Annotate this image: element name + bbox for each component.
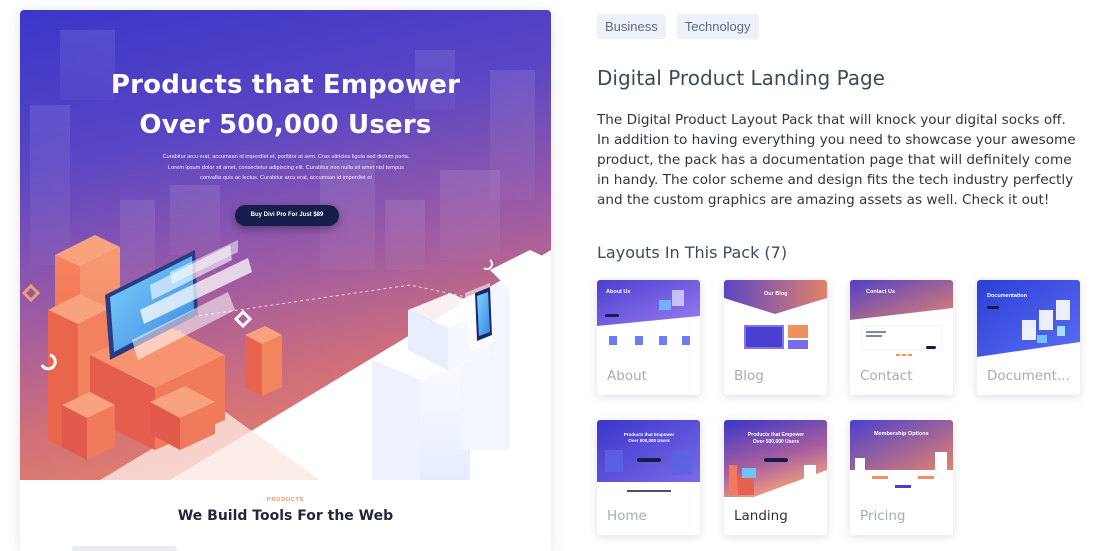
layouts-heading: Layouts In This Pack (7) (597, 243, 788, 262)
hero-title-line: Products that Empower (110, 70, 461, 100)
layout-card-blog[interactable]: Our Blog Blog (724, 280, 827, 395)
pack-description: The Digital Product Layout Pack that wil… (597, 112, 1076, 208)
layout-thumbnail: Products that Empower Over 500,000 Users (724, 420, 827, 497)
buy-divi-pro-button[interactable]: Buy Divi Pro For Just $89 (235, 205, 339, 226)
layout-preview[interactable]: Products that Empower Over 500,000 Users… (20, 10, 551, 551)
layout-card-label: Document... (987, 368, 1070, 384)
layout-card-label: Contact (860, 368, 913, 384)
layout-card-home[interactable]: Products that Empower Over 500,000 Users… (597, 420, 700, 535)
hero-body-line: Curabitur arcu erat, accumsan id imperdi… (162, 154, 410, 160)
thumb-title: About Us (606, 289, 631, 295)
tag-technology[interactable]: Technology (676, 14, 759, 39)
tag-business[interactable]: Business (597, 14, 666, 39)
thumb-title: Products that Empower Over 500,000 Users (623, 432, 675, 443)
thumb-title: Documentation (987, 293, 1028, 299)
layout-card-pricing[interactable]: Membership Options Pricing (850, 420, 953, 535)
category-tags: Business Technology (597, 14, 759, 39)
hero-body-line: convallis quis ac lectus. Curabitur arcu… (200, 175, 372, 181)
layout-card-label: Landing (734, 508, 788, 524)
thumb-title: Contact Us (866, 289, 896, 295)
thumb-title: Our Blog (764, 291, 788, 297)
products-eyebrow: PRODUCTS (266, 497, 305, 503)
hero-title-line: Over 500,000 Users (139, 110, 432, 140)
layout-thumbnail: Our Blog (724, 280, 827, 357)
layout-card-label: Blog (734, 368, 764, 384)
pack-title: Digital Product Landing Page (597, 66, 885, 90)
thumb-title: Membership Options (874, 431, 929, 437)
hero-body-text: Curabitur arcu erat, accumsan id imperdi… (160, 152, 412, 184)
layout-thumbnail: About Us (597, 280, 700, 357)
preview-footer-placeholder (72, 546, 177, 551)
layout-card-landing[interactable]: Products that Empower Over 500,000 Users… (724, 420, 827, 535)
hero-body-line: Lorem ipsum dolor sit amet, consectetur … (168, 164, 404, 171)
layout-card-about[interactable]: About Us About (597, 280, 700, 395)
layout-card-label: About (607, 368, 647, 384)
layout-thumbnail: Documentation (977, 280, 1080, 357)
hero-section: Products that Empower Over 500,000 Users… (20, 10, 551, 480)
layout-card-label: Pricing (860, 508, 906, 524)
thumb-title: Products that Empower Over 500,000 Users (747, 432, 805, 445)
hero-title: Products that Empower Over 500,000 Users (20, 65, 551, 145)
products-heading: We Build Tools For the Web (177, 508, 394, 524)
layout-thumbnail: Membership Options (850, 420, 953, 497)
layout-card-documentation[interactable]: Documentation Document... (977, 280, 1080, 395)
layout-thumbnail: Contact Us (850, 280, 953, 357)
layout-card-contact[interactable]: Contact Us Contact (850, 280, 953, 395)
layout-card-label: Home (607, 508, 647, 524)
layout-thumbnail: Products that Empower Over 500,000 Users (597, 420, 700, 497)
